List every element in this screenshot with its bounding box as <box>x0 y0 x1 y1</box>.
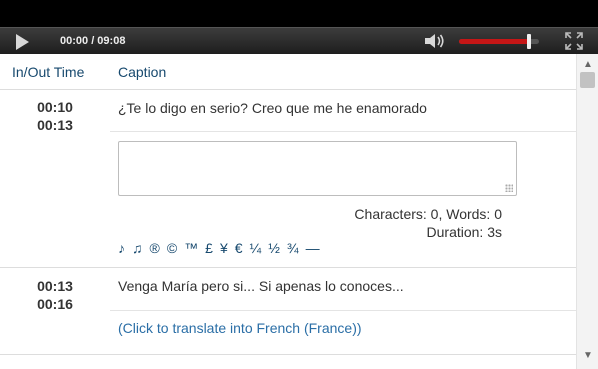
duration: Duration: 3s <box>426 224 502 240</box>
character-word-count: Characters: 0, Words: 0 <box>354 206 502 222</box>
volume-icon[interactable] <box>424 32 446 50</box>
special-char-button[interactable]: ¥ <box>220 240 228 256</box>
play-icon[interactable] <box>16 34 29 50</box>
volume-knob[interactable] <box>527 34 532 49</box>
volume-level <box>459 39 530 44</box>
player-controls: 00:00 / 09:08 <box>0 27 598 54</box>
row-divider <box>110 131 576 132</box>
scroll-up-icon[interactable]: ▲ <box>577 57 598 73</box>
special-char-button[interactable]: € <box>235 240 243 256</box>
caption-header: Caption <box>118 64 167 80</box>
fullscreen-icon[interactable] <box>565 32 583 50</box>
translate-link[interactable]: (Click to translate into French (France)… <box>118 320 362 336</box>
special-char-button[interactable]: £ <box>205 240 213 256</box>
source-caption: Venga María pero si... Si apenas lo cono… <box>118 278 404 294</box>
special-char-button[interactable]: ♪ <box>118 240 125 256</box>
special-char-button[interactable]: ™ <box>184 240 198 256</box>
special-char-button[interactable]: © <box>167 240 177 256</box>
special-char-button[interactable]: ½ <box>268 240 280 256</box>
volume-slider[interactable] <box>459 34 539 49</box>
vertical-scrollbar[interactable]: ▲ ▼ <box>576 54 598 369</box>
video-area[interactable] <box>0 0 598 27</box>
scroll-down-icon[interactable]: ▼ <box>577 348 598 364</box>
caption-list: In/Out Time Caption 00:10 00:13 ¿Te lo d… <box>0 54 598 369</box>
special-char-button[interactable]: ♫ <box>132 240 143 256</box>
row-divider <box>110 310 576 311</box>
resize-handle[interactable] <box>505 184 513 192</box>
special-char-button[interactable]: ® <box>150 240 160 256</box>
in-time: 00:10 <box>37 99 73 115</box>
source-caption: ¿Te lo digo en serio? Creo que me he ena… <box>118 100 427 116</box>
special-characters-toolbar: ♪ ♫ ® © ™ £ ¥ € ¼ ½ ¾ — <box>118 240 327 256</box>
in-out-time-header: In/Out Time <box>12 64 85 80</box>
out-time: 00:13 <box>37 117 73 133</box>
translation-textarea[interactable] <box>118 141 517 196</box>
out-time: 00:16 <box>37 296 73 312</box>
special-char-button[interactable]: ¼ <box>250 240 262 256</box>
special-char-button[interactable]: — <box>306 240 320 256</box>
caption-row: 00:13 00:16 Venga María pero si... Si ap… <box>0 268 576 355</box>
scrollbar-thumb[interactable] <box>580 72 595 88</box>
caption-row: 00:10 00:13 ¿Te lo digo en serio? Creo q… <box>0 90 576 268</box>
special-char-button[interactable]: ¾ <box>287 240 299 256</box>
time-display: 00:00 / 09:08 <box>60 35 126 47</box>
in-time: 00:13 <box>37 278 73 294</box>
column-header: In/Out Time Caption <box>0 54 576 90</box>
